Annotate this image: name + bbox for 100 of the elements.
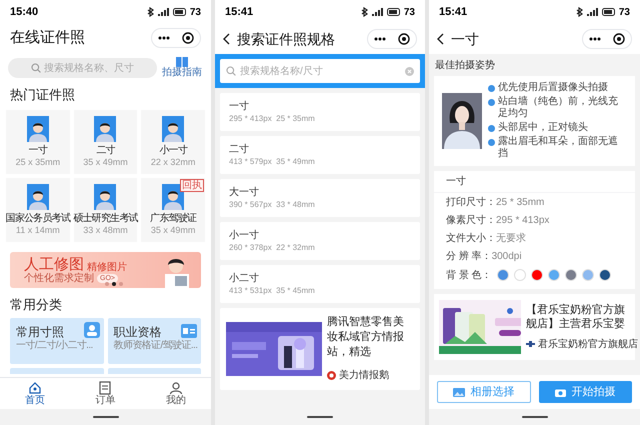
color-swatch[interactable] bbox=[582, 269, 594, 281]
book-icon bbox=[176, 57, 188, 67]
spec-list-item[interactable]: 二寸 413 * 579px 35 * 49mm bbox=[220, 136, 420, 174]
spec-label: 文件大小： bbox=[446, 232, 496, 246]
tip-text: 头部居中，正对镜头 bbox=[498, 122, 588, 134]
search-icon bbox=[31, 63, 41, 73]
spec-list-item[interactable]: 小一寸 260 * 378px 22 * 32mm bbox=[220, 222, 420, 260]
more-icon bbox=[374, 37, 386, 41]
tip-text: 站白墙（纯色）前，光线充足均匀 bbox=[498, 96, 619, 120]
photo-spec-card[interactable]: 二寸 35 x 49mm bbox=[74, 110, 138, 174]
home-indicator bbox=[522, 416, 548, 418]
battery-level: 73 bbox=[404, 6, 415, 20]
tab-bar-item[interactable]: 首页 bbox=[25, 380, 46, 406]
portrait-icon bbox=[162, 184, 184, 210]
battery-level: 73 bbox=[190, 6, 201, 20]
spec-title: 一寸 bbox=[434, 171, 635, 193]
ad-text: 腾讯智慧零售美妆私域官方情报站，精选 bbox=[327, 315, 405, 360]
section-title: 常用分类 bbox=[9, 296, 63, 314]
spec-value: 无要求 bbox=[496, 232, 526, 246]
more-icon bbox=[158, 36, 170, 40]
banner-tag: 精修图片 bbox=[87, 262, 127, 272]
section-title: 热门证件照 bbox=[9, 86, 76, 104]
home-indicator bbox=[92, 416, 118, 418]
menu-capsule[interactable] bbox=[151, 28, 201, 48]
menu-capsule[interactable] bbox=[367, 29, 417, 49]
status-time: 15:40 bbox=[10, 4, 38, 20]
color-swatch[interactable] bbox=[530, 269, 543, 281]
category-card[interactable]: 职业资格 教师资格证/驾驶证... bbox=[108, 318, 201, 364]
spec-list-item[interactable]: 小二寸 413 * 531px 35 * 45mm bbox=[220, 265, 420, 303]
color-swatch[interactable] bbox=[564, 269, 577, 281]
spec-label: 分 辨 率： bbox=[446, 250, 492, 264]
spec-label: 打印尺寸： bbox=[446, 196, 496, 210]
image-icon bbox=[453, 388, 466, 396]
battery-level: 73 bbox=[618, 6, 630, 20]
person-card-icon bbox=[84, 322, 100, 338]
category-title: 职业资格 bbox=[114, 324, 162, 340]
signal-icon bbox=[158, 8, 170, 16]
brand-logo-icon bbox=[327, 371, 336, 380]
more-icon bbox=[589, 37, 601, 41]
portrait-icon bbox=[94, 184, 116, 210]
battery-icon bbox=[172, 8, 187, 16]
spec-label: 像素尺寸： bbox=[446, 214, 496, 228]
tip-text: 优先使用后置摄像头拍摄 bbox=[498, 82, 608, 94]
color-swatch[interactable] bbox=[496, 269, 509, 281]
ad-source: 美力情报鹅 bbox=[339, 368, 389, 383]
spec-value: 300dpi bbox=[492, 250, 522, 264]
id-card-icon bbox=[181, 322, 197, 338]
page-title: 搜索证件照规格 bbox=[237, 30, 335, 48]
spec-list-item[interactable]: 大一寸 390 * 567px 33 * 48mm bbox=[220, 179, 420, 217]
bullet-icon bbox=[488, 125, 495, 132]
battery-icon bbox=[386, 8, 401, 16]
ad-card[interactable]: 腾讯智慧零售美妆私域官方情报站，精选 美力情报鹅 bbox=[220, 308, 420, 390]
target-icon bbox=[613, 33, 625, 45]
target-icon bbox=[398, 33, 410, 45]
home-icon bbox=[28, 380, 42, 394]
menu-capsule[interactable] bbox=[582, 29, 632, 49]
color-swatch[interactable] bbox=[514, 269, 526, 281]
spec-label: 背 景 色： bbox=[446, 268, 492, 282]
tab-bar-item[interactable]: 我的 bbox=[166, 380, 186, 406]
receipt-badge: 回执 bbox=[180, 179, 204, 192]
list-icon bbox=[98, 380, 112, 394]
portrait-icon bbox=[94, 116, 116, 142]
photo-spec-card[interactable]: 硕士研究生考试 33 x 48mm bbox=[74, 178, 138, 242]
back-icon bbox=[223, 33, 231, 45]
status-time: 15:41 bbox=[225, 4, 254, 20]
guide-link[interactable]: 拍摄指南 bbox=[162, 67, 202, 79]
search-icon bbox=[226, 66, 236, 76]
photo-spec-card[interactable]: 回执 广东驾驶证 35 x 49mm bbox=[141, 178, 205, 242]
page-title: 一寸 bbox=[451, 30, 479, 48]
photo-spec-card[interactable]: 国家公务员考试 11 x 14mm bbox=[6, 178, 70, 242]
page-title: 在线证件照 bbox=[10, 28, 85, 48]
home-indicator bbox=[307, 416, 333, 418]
spec-list-item[interactable]: 一寸 295 * 413px 25 * 35mm bbox=[220, 93, 420, 131]
ad-source: 君乐宝奶粉官方旗舰店 bbox=[538, 338, 638, 352]
back-icon bbox=[437, 33, 445, 45]
battery-icon bbox=[602, 8, 616, 16]
spec-value: 25 * 35mm bbox=[496, 196, 544, 210]
user-icon bbox=[168, 380, 183, 394]
bullet-icon bbox=[488, 85, 495, 92]
target-icon bbox=[182, 32, 194, 44]
photo-spec-card[interactable]: 一寸 25 x 35mm bbox=[6, 110, 70, 174]
photo-spec-card[interactable]: 小一寸 22 x 32mm bbox=[141, 110, 205, 174]
portrait-icon bbox=[26, 116, 49, 142]
category-card[interactable]: 常用寸照 一寸/二寸/小二寸... bbox=[10, 318, 104, 364]
color-swatch[interactable] bbox=[598, 269, 611, 281]
tab-bar-item[interactable]: 订单 bbox=[95, 380, 116, 406]
banner-subtitle: 个性化需求定制 bbox=[24, 272, 94, 284]
portrait-icon bbox=[26, 184, 49, 210]
bullet-icon bbox=[488, 99, 495, 106]
banner-title: 人工修图 bbox=[24, 256, 84, 272]
category-desc: 一寸/二寸/小二寸... bbox=[16, 340, 94, 352]
category-title: 常用寸照 bbox=[16, 324, 64, 340]
color-swatch[interactable] bbox=[548, 269, 560, 281]
signal-icon bbox=[372, 8, 384, 16]
clear-icon bbox=[405, 66, 414, 76]
camera-icon bbox=[555, 388, 566, 396]
section-title: 最佳拍摄姿势 bbox=[434, 58, 496, 72]
category-desc: 教师资格证/驾驶证... bbox=[114, 340, 195, 352]
bullet-icon bbox=[488, 139, 495, 146]
ad-text: 【君乐宝奶粉官方旗舰店】主营君乐宝婴 bbox=[526, 302, 626, 330]
